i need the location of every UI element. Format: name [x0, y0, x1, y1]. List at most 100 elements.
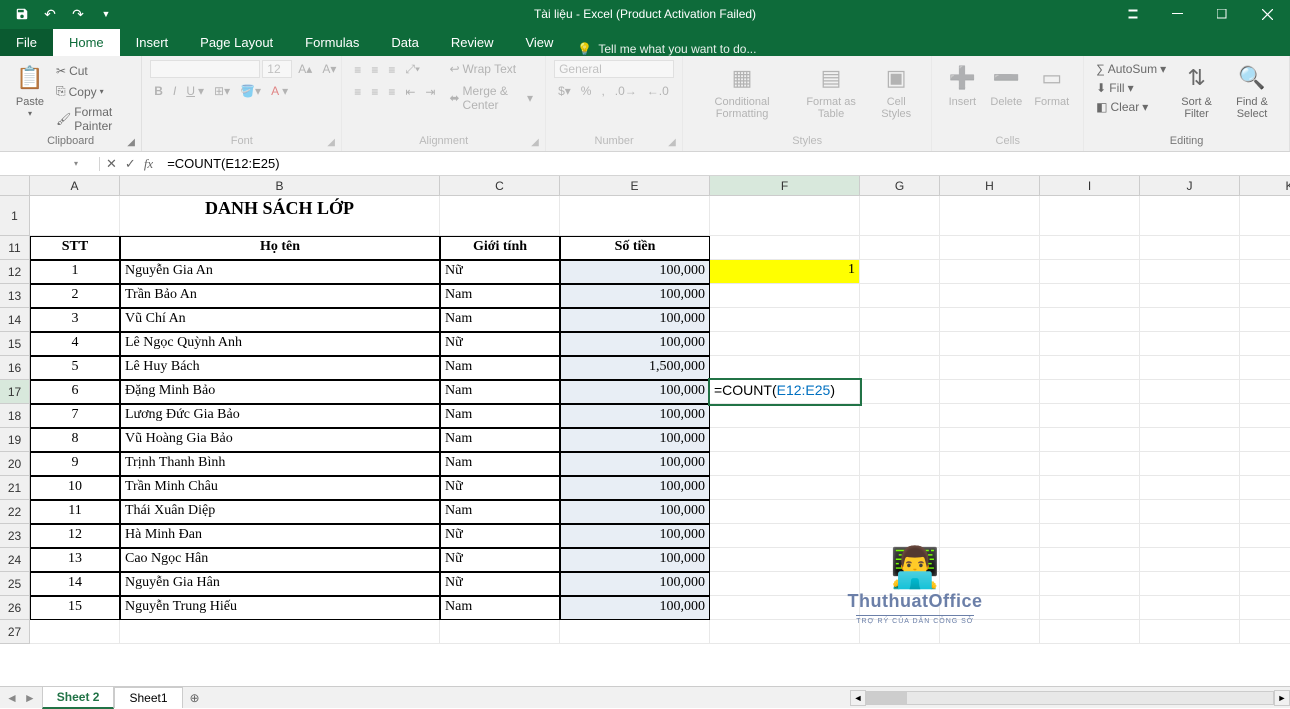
cell-K24[interactable]: [1240, 548, 1290, 572]
undo-icon[interactable]: ↶: [36, 0, 64, 28]
cell-H14[interactable]: [940, 308, 1040, 332]
cell-H17[interactable]: [940, 380, 1040, 404]
cell-G26[interactable]: [860, 596, 940, 620]
cell-E18[interactable]: 100,000: [560, 404, 710, 428]
cell-K21[interactable]: [1240, 476, 1290, 500]
cell-E12[interactable]: 100,000: [560, 260, 710, 284]
cell-E11[interactable]: Số tiền: [560, 236, 710, 260]
percent-format-icon[interactable]: %: [577, 82, 596, 100]
cell-G14[interactable]: [860, 308, 940, 332]
cell-G15[interactable]: [860, 332, 940, 356]
cell-B22[interactable]: Thái Xuân Diệp: [120, 500, 440, 524]
cell-G17[interactable]: [860, 380, 940, 404]
cell-H20[interactable]: [940, 452, 1040, 476]
cancel-formula-icon[interactable]: ✕: [106, 156, 117, 172]
cell-G19[interactable]: [860, 428, 940, 452]
tell-me-search[interactable]: 💡 Tell me what you want to do...: [577, 42, 756, 56]
cell-I11[interactable]: [1040, 236, 1140, 260]
cell-E21[interactable]: 100,000: [560, 476, 710, 500]
cell-C13[interactable]: Nam: [440, 284, 560, 308]
cell-C15[interactable]: Nữ: [440, 332, 560, 356]
cell-G24[interactable]: [860, 548, 940, 572]
cell-G13[interactable]: [860, 284, 940, 308]
cell-F23[interactable]: [710, 524, 860, 548]
increase-indent-icon[interactable]: ⇥: [421, 83, 439, 101]
cell-F22[interactable]: [710, 500, 860, 524]
save-icon[interactable]: [8, 0, 36, 28]
align-bottom-icon[interactable]: ≡: [384, 61, 399, 79]
cell-H27[interactable]: [940, 620, 1040, 644]
cell-C12[interactable]: Nữ: [440, 260, 560, 284]
cell-B14[interactable]: Vũ Chí An: [120, 308, 440, 332]
row-header-21[interactable]: 21: [0, 476, 30, 500]
row-header-24[interactable]: 24: [0, 548, 30, 572]
cell-E20[interactable]: 100,000: [560, 452, 710, 476]
cell-K13[interactable]: [1240, 284, 1290, 308]
cell-C17[interactable]: Nam: [440, 380, 560, 404]
column-header-E[interactable]: E: [560, 176, 710, 196]
row-header-22[interactable]: 22: [0, 500, 30, 524]
cell-K16[interactable]: [1240, 356, 1290, 380]
cell-E26[interactable]: 100,000: [560, 596, 710, 620]
comma-format-icon[interactable]: ,: [597, 82, 608, 100]
cell-B17[interactable]: Đặng Minh Bảo: [120, 380, 440, 404]
font-launcher-icon[interactable]: ◢: [327, 137, 339, 149]
insert-cells-button[interactable]: ➕Insert: [940, 60, 984, 110]
cell-I27[interactable]: [1040, 620, 1140, 644]
cell-I13[interactable]: [1040, 284, 1140, 308]
cell-H16[interactable]: [940, 356, 1040, 380]
cell-I17[interactable]: [1040, 380, 1140, 404]
row-header-23[interactable]: 23: [0, 524, 30, 548]
tab-review[interactable]: Review: [435, 29, 510, 56]
cell-I16[interactable]: [1040, 356, 1140, 380]
close-icon[interactable]: [1245, 0, 1290, 28]
horizontal-scrollbar[interactable]: ◄ ►: [850, 690, 1290, 706]
name-box[interactable]: ▾: [0, 157, 100, 171]
cell-K22[interactable]: [1240, 500, 1290, 524]
cell-I23[interactable]: [1040, 524, 1140, 548]
cell-F15[interactable]: [710, 332, 860, 356]
delete-cells-button[interactable]: ➖Delete: [984, 60, 1028, 110]
align-left-icon[interactable]: ≡: [350, 83, 365, 101]
column-header-B[interactable]: B: [120, 176, 440, 196]
cell-C26[interactable]: Nam: [440, 596, 560, 620]
cell-C21[interactable]: Nữ: [440, 476, 560, 500]
cell-K20[interactable]: [1240, 452, 1290, 476]
cell-A22[interactable]: 11: [30, 500, 120, 524]
spreadsheet-grid[interactable]: ABCEFGHIJK 11112131415161718192021222324…: [0, 176, 1290, 686]
scroll-right-icon[interactable]: ►: [1274, 690, 1290, 706]
cell-A23[interactable]: 12: [30, 524, 120, 548]
cell-H25[interactable]: [940, 572, 1040, 596]
cell-J26[interactable]: [1140, 596, 1240, 620]
cell-I15[interactable]: [1040, 332, 1140, 356]
cell-B27[interactable]: [120, 620, 440, 644]
find-select-button[interactable]: 🔍Find & Select: [1223, 60, 1281, 122]
cell-J12[interactable]: [1140, 260, 1240, 284]
cell-A1[interactable]: [30, 196, 120, 236]
cell-C18[interactable]: Nam: [440, 404, 560, 428]
column-header-A[interactable]: A: [30, 176, 120, 196]
sheet-nav-next-icon[interactable]: ►: [24, 691, 36, 705]
cell-H21[interactable]: [940, 476, 1040, 500]
cell-A25[interactable]: 14: [30, 572, 120, 596]
italic-button[interactable]: I: [169, 82, 180, 100]
row-header-14[interactable]: 14: [0, 308, 30, 332]
increase-font-icon[interactable]: A▴: [294, 60, 316, 78]
cell-F27[interactable]: [710, 620, 860, 644]
conditional-formatting-button[interactable]: ▦Conditional Formatting: [691, 60, 793, 122]
name-box-input[interactable]: [4, 157, 74, 171]
row-header-11[interactable]: 11: [0, 236, 30, 260]
cell-I25[interactable]: [1040, 572, 1140, 596]
cell-F20[interactable]: [710, 452, 860, 476]
cell-F18[interactable]: [710, 404, 860, 428]
maximize-icon[interactable]: [1200, 0, 1245, 28]
cell-G21[interactable]: [860, 476, 940, 500]
autosum-button[interactable]: ∑AutoSum▾: [1092, 60, 1170, 78]
cell-H19[interactable]: [940, 428, 1040, 452]
cell-F26[interactable]: [710, 596, 860, 620]
fill-color-button[interactable]: 🪣▾: [236, 82, 265, 100]
fill-button[interactable]: ⬇Fill▾: [1092, 79, 1170, 97]
cell-G18[interactable]: [860, 404, 940, 428]
cell-K15[interactable]: [1240, 332, 1290, 356]
row-header-17[interactable]: 17: [0, 380, 30, 404]
